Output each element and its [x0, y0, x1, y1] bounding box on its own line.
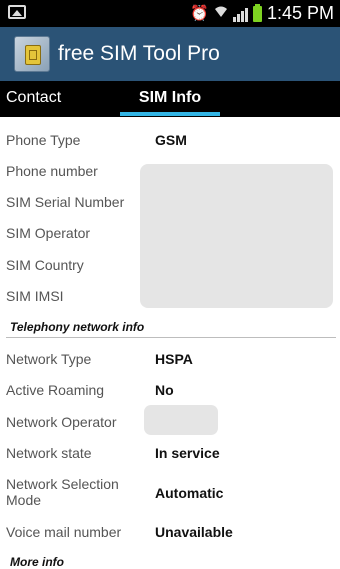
value-active-roaming: No	[155, 382, 174, 398]
label-active-roaming: Active Roaming	[6, 382, 105, 398]
value-network-state: In service	[155, 445, 220, 461]
status-bar: ⏰ 1:45 PM	[0, 0, 340, 27]
alarm-icon: ⏰	[190, 5, 209, 22]
value-voice-mail-number: Unavailable	[155, 524, 233, 540]
label-phone-number: Phone number	[6, 163, 98, 179]
app-title: free SIM Tool Pro	[58, 42, 220, 65]
signal-icon	[232, 6, 248, 22]
label-sim-country: SIM Country	[6, 257, 84, 273]
label-sim-imsi: SIM IMSI	[6, 288, 64, 304]
value-network-type: HSPA	[155, 351, 193, 367]
tab-contact[interactable]: Contact	[6, 81, 61, 117]
status-time: 1:45 PM	[266, 3, 334, 23]
label-network-state: Network state	[6, 445, 92, 461]
wifi-icon	[214, 0, 228, 27]
label-sim-operator: SIM Operator	[6, 225, 91, 241]
value-phone-type: GSM	[155, 132, 187, 148]
battery-icon	[252, 3, 262, 22]
redacted-sim-values	[140, 164, 333, 308]
action-bar: free SIM Tool Pro	[0, 27, 340, 81]
label-network-selection-mode: Network Selection Mode	[6, 476, 119, 508]
redacted-network-operator	[144, 405, 218, 435]
section-divider	[6, 337, 336, 338]
label-sim-serial-number: SIM Serial Number	[6, 194, 125, 210]
tab-selected-indicator	[120, 112, 220, 116]
section-header-telephony: Telephony network info	[10, 320, 145, 334]
image-icon	[8, 5, 26, 19]
label-voice-mail-number: Voice mail number	[6, 524, 122, 540]
label-phone-type: Phone Type	[6, 132, 81, 148]
label-network-operator: Network Operator	[6, 414, 117, 430]
status-icons: ⏰ 1:45 PM	[190, 0, 334, 27]
label-network-type: Network Type	[6, 351, 92, 367]
value-network-selection-mode: Automatic	[155, 485, 224, 501]
app-logo-icon[interactable]	[14, 36, 50, 72]
